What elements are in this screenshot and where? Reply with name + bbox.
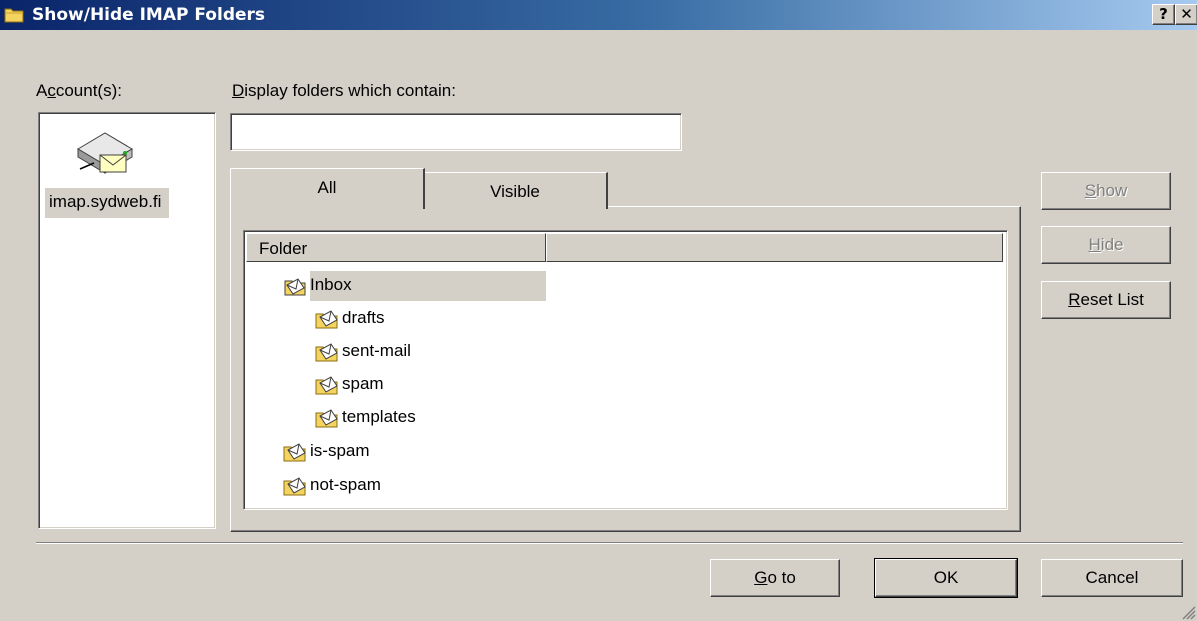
show-button[interactable]: Show bbox=[1041, 172, 1171, 210]
folder-icon bbox=[4, 8, 24, 23]
tab-all[interactable]: All bbox=[230, 168, 425, 209]
inbox-folder-icon bbox=[284, 278, 306, 296]
folder-label: drafts bbox=[342, 308, 385, 327]
mail-folder-icon bbox=[315, 376, 338, 395]
filter-input[interactable] bbox=[230, 113, 682, 151]
hide-button[interactable]: Hide bbox=[1041, 226, 1171, 264]
reset-list-button[interactable]: Reset List bbox=[1041, 281, 1171, 319]
folder-row-inbox[interactable]: Inbox bbox=[282, 271, 546, 301]
goto-button[interactable]: Go to bbox=[710, 559, 840, 597]
resize-grip-icon[interactable] bbox=[1180, 604, 1196, 620]
close-button[interactable]: ✕ bbox=[1175, 4, 1197, 25]
mail-folder-icon bbox=[283, 477, 306, 496]
cancel-button[interactable]: Cancel bbox=[1041, 559, 1183, 597]
folder-label: sent-mail bbox=[342, 341, 411, 360]
column-header-folder[interactable]: Folder bbox=[246, 233, 546, 262]
help-button[interactable]: ? bbox=[1152, 4, 1175, 25]
mail-folder-icon bbox=[315, 310, 338, 329]
accounts-label: Account(s): bbox=[36, 81, 122, 100]
folder-list[interactable]: Folder Inbox drafts sent-mail spam templ… bbox=[243, 230, 1008, 510]
folder-label: Inbox bbox=[310, 275, 352, 294]
folder-label: is-spam bbox=[310, 441, 370, 460]
window-title: Show/Hide IMAP Folders bbox=[32, 5, 266, 25]
filter-label: Display folders which contain: bbox=[232, 81, 456, 100]
folder-label: spam bbox=[342, 374, 384, 393]
folder-label: not-spam bbox=[310, 475, 381, 494]
ok-button[interactable]: OK bbox=[874, 558, 1018, 598]
mail-folder-icon bbox=[315, 409, 338, 428]
mail-server-icon bbox=[77, 132, 133, 174]
tab-visible[interactable]: Visible bbox=[423, 172, 608, 209]
column-header-empty[interactable] bbox=[546, 233, 1003, 262]
accounts-list[interactable]: imap.sydweb.fi bbox=[38, 112, 216, 529]
mail-folder-icon bbox=[315, 343, 338, 362]
mail-folder-icon bbox=[283, 443, 306, 462]
separator bbox=[36, 542, 1183, 544]
title-bar[interactable]: Show/Hide IMAP Folders ? ✕ bbox=[0, 0, 1197, 30]
folder-label: templates bbox=[342, 407, 416, 426]
account-label: imap.sydweb.fi bbox=[49, 192, 162, 211]
